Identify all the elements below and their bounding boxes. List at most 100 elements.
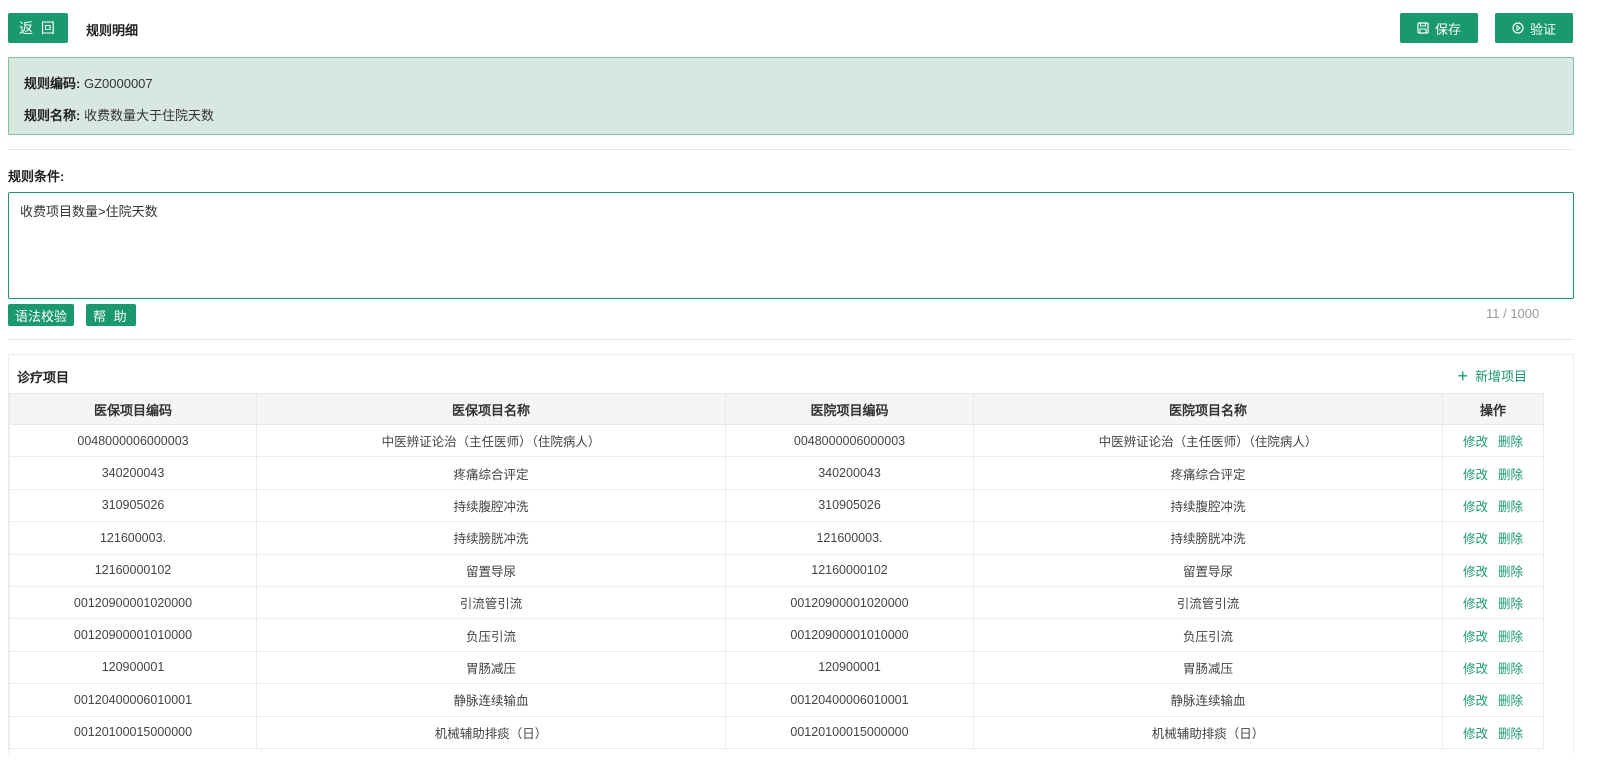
- top-bar: 返 回 规则明细 保存 验证: [8, 13, 1574, 43]
- cell-ins-code: 00120900001010000: [9, 618, 257, 652]
- verify-button[interactable]: 验证: [1495, 13, 1573, 43]
- cell-ins-name: 静脉连续输血: [256, 683, 726, 717]
- cell-ins-name: 持续膀胱冲洗: [256, 521, 726, 555]
- cell-actions: 修改 删除: [1442, 489, 1544, 523]
- edit-link[interactable]: 修改: [1463, 435, 1488, 449]
- cell-ins-name: 胃肠减压: [256, 651, 726, 685]
- table-row: 120900001 胃肠减压 120900001 胃肠减压 修改 删除: [9, 651, 1544, 685]
- items-table-card: 诊疗项目 + 新增项目 医保项目编码 医保项目名称 医院项目编码 医院项目名称 …: [8, 354, 1574, 754]
- rule-info-panel: 规则编码: GZ0000007 规则名称: 收费数量大于住院天数: [8, 57, 1574, 135]
- edit-link[interactable]: 修改: [1463, 532, 1488, 546]
- table-row: 00120100015000000 机械辅助排痰（日） 00120100015000…: [9, 716, 1544, 749]
- table-row: 00120900001010000 负压引流 00120900001010000 负压…: [9, 618, 1544, 652]
- save-button[interactable]: 保存: [1400, 13, 1478, 43]
- help-button[interactable]: 帮 助: [86, 304, 136, 326]
- cell-hosp-name: 胃肠减压: [973, 651, 1443, 685]
- cell-hosp-code: 00120900001010000: [725, 618, 974, 652]
- rule-conditions-label: 规则条件:: [8, 169, 65, 184]
- delete-link[interactable]: 删除: [1498, 532, 1523, 546]
- cell-ins-code: 310905026: [9, 489, 257, 523]
- delete-link[interactable]: 删除: [1498, 565, 1523, 579]
- rule-code-label: 规则编码:: [24, 76, 81, 91]
- edit-link[interactable]: 修改: [1463, 662, 1488, 676]
- cell-hosp-name: 疼痛综合评定: [973, 456, 1443, 490]
- rule-name-value: 收费数量大于住院天数: [83, 108, 214, 123]
- syntax-check-button[interactable]: 语法校验: [8, 304, 75, 326]
- cell-ins-name: 疼痛综合评定: [256, 456, 726, 490]
- divider: [8, 149, 1574, 150]
- column-header-actions: 操作: [1442, 393, 1544, 425]
- verify-button-label: 验证: [1529, 21, 1556, 37]
- cell-hosp-code: 121600003.: [725, 521, 974, 555]
- rule-name-label: 规则名称:: [24, 108, 81, 123]
- delete-link[interactable]: 删除: [1498, 468, 1523, 482]
- cell-hosp-name: 留置导尿: [973, 554, 1443, 587]
- cell-ins-code: 00120100015000000: [9, 716, 257, 749]
- edit-link[interactable]: 修改: [1463, 565, 1488, 579]
- rule-code-value: GZ0000007: [83, 76, 153, 91]
- column-header-ins-name: 医保项目名称: [256, 393, 726, 425]
- cell-hosp-name: 负压引流: [973, 618, 1443, 652]
- column-header-hosp-code: 医院项目编码: [725, 393, 974, 425]
- cell-ins-name: 中医辨证论治（主任医师）（住院病人）: [256, 424, 726, 458]
- save-icon: [1417, 22, 1429, 34]
- delete-link[interactable]: 删除: [1498, 597, 1523, 611]
- cell-actions: 修改 删除: [1442, 586, 1544, 620]
- cell-hosp-code: 340200043: [725, 456, 974, 490]
- cell-actions: 修改 删除: [1442, 521, 1544, 555]
- delete-link[interactable]: 删除: [1498, 694, 1523, 708]
- back-button[interactable]: 返 回: [8, 13, 68, 43]
- cell-hosp-code: 120900001: [725, 651, 974, 685]
- delete-link[interactable]: 删除: [1498, 630, 1523, 644]
- table-row: 12160000102 留置导尿 12160000102 留置导尿 修改 删除: [9, 554, 1544, 587]
- cell-ins-code: 340200043: [9, 456, 257, 490]
- cell-ins-name: 持续腹腔冲洗: [256, 489, 726, 523]
- char-count: 11 / 1000: [1486, 306, 1540, 321]
- cell-actions: 修改 删除: [1442, 456, 1544, 490]
- cell-actions: 修改 删除: [1442, 716, 1544, 749]
- cell-hosp-name: 中医辨证论治（主任医师）（住院病人）: [973, 424, 1443, 458]
- cell-ins-code: 00120400006010001: [9, 683, 257, 717]
- cell-ins-code: 121600003.: [9, 521, 257, 555]
- cell-ins-code: 00120900001020000: [9, 586, 257, 620]
- table-header-row: 医保项目编码 医保项目名称 医院项目编码 医院项目名称 操作: [9, 393, 1544, 425]
- edit-link[interactable]: 修改: [1463, 694, 1488, 708]
- cell-hosp-code: 00120900001020000: [725, 586, 974, 620]
- table-row: 340200043 疼痛综合评定 340200043 疼痛综合评定 修改 删除: [9, 456, 1544, 490]
- table-row: 0048000006000003 中医辨证论治（主任医师）（住院病人） 004800…: [9, 424, 1544, 458]
- cell-actions: 修改 删除: [1442, 618, 1544, 652]
- play-circle-icon: [1512, 22, 1524, 34]
- table-row: 00120900001020000 引流管引流 00120900001020000 引…: [9, 586, 1544, 620]
- cell-hosp-code: 00120400006010001: [725, 683, 974, 717]
- cell-hosp-name: 静脉连续输血: [973, 683, 1443, 717]
- rule-code-row: 规则编码: GZ0000007: [24, 73, 153, 92]
- delete-link[interactable]: 删除: [1498, 500, 1523, 514]
- cell-hosp-name: 持续膀胱冲洗: [973, 521, 1443, 555]
- rule-conditions-textarea[interactable]: 收费项目数量>住院天数: [8, 192, 1574, 299]
- cell-hosp-code: 12160000102: [725, 554, 974, 587]
- cell-actions: 修改 删除: [1442, 554, 1544, 587]
- edit-link[interactable]: 修改: [1463, 500, 1488, 514]
- cell-actions: 修改 删除: [1442, 683, 1544, 717]
- table-row: 00120400006010001 静脉连续输血 00120400006010001…: [9, 683, 1544, 717]
- delete-link[interactable]: 删除: [1498, 662, 1523, 676]
- cell-ins-name: 留置导尿: [256, 554, 726, 587]
- cell-hosp-name: 机械辅助排痰（日）: [973, 716, 1443, 749]
- edit-link[interactable]: 修改: [1463, 727, 1488, 741]
- edit-link[interactable]: 修改: [1463, 468, 1488, 482]
- cell-ins-name: 引流管引流: [256, 586, 726, 620]
- delete-link[interactable]: 删除: [1498, 727, 1523, 741]
- rule-name-row: 规则名称: 收费数量大于住院天数: [24, 105, 214, 124]
- table-row: 310905026 持续腹腔冲洗 310905026 持续腹腔冲洗 修改 删除: [9, 489, 1544, 523]
- edit-link[interactable]: 修改: [1463, 597, 1488, 611]
- items-table-title: 诊疗项目: [17, 370, 70, 385]
- cell-hosp-code: 310905026: [725, 489, 974, 523]
- delete-link[interactable]: 删除: [1498, 435, 1523, 449]
- cell-hosp-code: 00120100015000000: [725, 716, 974, 749]
- cell-ins-code: 0048000006000003: [9, 424, 257, 458]
- cell-hosp-name: 持续腹腔冲洗: [973, 489, 1443, 523]
- add-item-button[interactable]: + 新增项目: [1457, 366, 1527, 385]
- cell-ins-code: 120900001: [9, 651, 257, 685]
- edit-link[interactable]: 修改: [1463, 630, 1488, 644]
- add-item-label: 新增项目: [1474, 369, 1527, 384]
